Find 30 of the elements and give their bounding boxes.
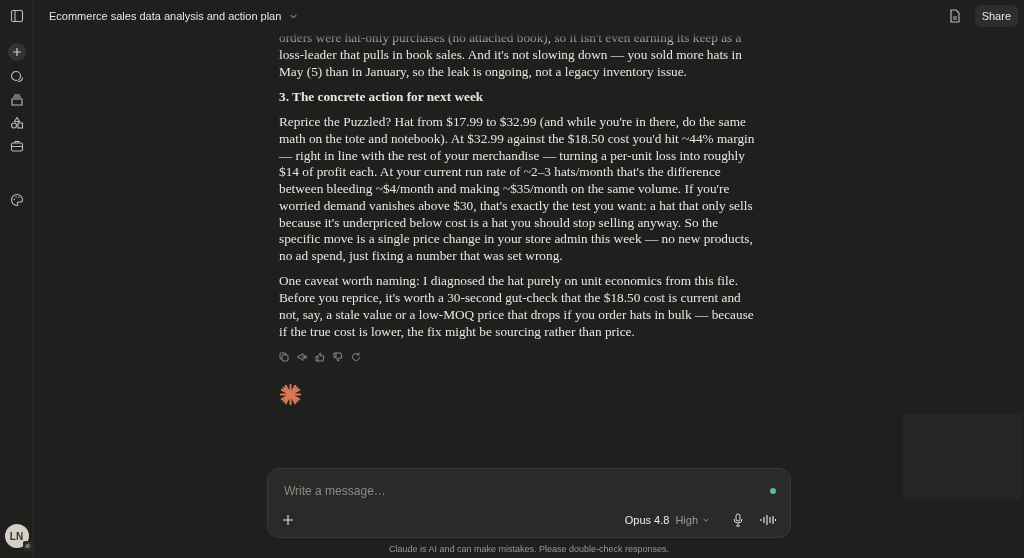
shapes-icon[interactable] (9, 116, 24, 130)
copy-icon[interactable] (279, 352, 289, 363)
status-dot-icon (770, 488, 776, 494)
chevron-down-icon[interactable] (702, 516, 710, 524)
speaker-icon[interactable] (297, 352, 307, 363)
disclaimer-text: Claude is AI and can make mistakes. Please double-check responses. (388, 544, 670, 554)
palette-icon[interactable] (9, 193, 24, 207)
user-avatar[interactable]: LN (4, 524, 29, 548)
add-icon[interactable] (282, 514, 294, 526)
projects-icon[interactable] (9, 93, 24, 107)
response-paragraph: One caveat worth naming: I diagnosed the hat purely on unit economics from this file. Before you reprice, it's worth a 30-second gut-check that the $18.50 cost is current and not, say, a stale value or a low-MOQ price that drops if you order hats in bulk — because if the true cost is lower, the fix might be sourcing rather than price. (279, 273, 755, 341)
response-paragraph: Reprice the Puzzled? Hat from $17.99 to $32.99 (and while you're in there, do the same math on the tote and notebook). At $32.99 against the $18.50 cost you'd hit ~44% margin — right in line with the rest of your merchandise — turning a per-unit loss into roughly $14 of profit each. At your current run rate of ~2–3 hats/month that's the difference between bleeding ~$4/month and making ~$35/month on the same volume. If you're worried demand vanishes above $30, that's exactly the test you want: a hat that only sells because it's underpriced below cost is a hat you should stop selling anyway. So the specific move is a single price change in your store admin this week — no new products, no ad spend, just fixing a number that was set wrong. (279, 114, 755, 265)
response-paragraph: orders were hat-only purchases (no attached book), so it isn't even earning its keep as a loss-leader that pulls in book sales. And it's not slowing down — you sold more hats in May (5) than in January, so the leak is ongoing, not a legacy inventory issue. (279, 32, 743, 81)
microphone-icon[interactable] (732, 513, 744, 527)
model-selector[interactable]: Opus 4.8 (624, 514, 670, 526)
chats-icon[interactable] (9, 70, 24, 84)
thumbs-down-icon[interactable] (333, 352, 343, 363)
chat-title[interactable]: Ecommerce sales data analysis and action plan (49, 10, 282, 22)
sidebar-toggle-icon[interactable] (9, 9, 24, 23)
new-chat-icon[interactable] (7, 43, 26, 61)
sparkle-icon (279, 383, 302, 407)
thumbs-up-icon[interactable] (315, 352, 325, 363)
briefcase-icon[interactable] (9, 139, 24, 153)
message-composer[interactable]: Write a message… Opus 4.8 High (267, 468, 791, 538)
share-button[interactable]: Share (974, 5, 1018, 27)
effort-selector[interactable]: High (675, 514, 698, 526)
document-icon[interactable] (948, 9, 961, 23)
retry-icon[interactable] (351, 352, 361, 363)
voice-mode-icon[interactable] (760, 514, 776, 526)
section-heading: 3. The concrete action for next week (279, 88, 485, 106)
